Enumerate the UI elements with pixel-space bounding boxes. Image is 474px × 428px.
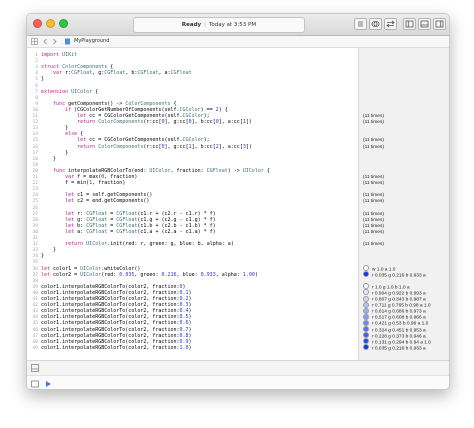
execute-bar bbox=[27, 375, 449, 389]
right-panel-icon bbox=[435, 20, 444, 28]
playground-file-icon bbox=[65, 38, 70, 45]
zoom-window-button[interactable] bbox=[59, 19, 68, 28]
color-swatch-icon bbox=[363, 271, 369, 278]
color-swatch-icon bbox=[363, 313, 369, 320]
result-value[interactable]: r 0.035 g 0.216 b 0.933 a bbox=[363, 271, 426, 279]
lines-icon bbox=[358, 21, 363, 27]
color-swatch-icon bbox=[363, 319, 369, 326]
result-text: (11 times) bbox=[363, 120, 384, 126]
console-icon[interactable] bbox=[31, 380, 39, 388]
color-swatch-icon bbox=[363, 265, 369, 271]
toggle-debug-area-button[interactable] bbox=[418, 18, 431, 30]
toggle-utilities-button[interactable] bbox=[433, 18, 446, 30]
result-text: (11 times) bbox=[363, 144, 384, 150]
color-swatch-icon bbox=[363, 307, 369, 314]
jump-bar: MyPlayground bbox=[27, 36, 449, 48]
close-window-button[interactable] bbox=[33, 19, 42, 28]
result-text: (11 times) bbox=[363, 242, 384, 248]
bottom-bar bbox=[27, 360, 449, 389]
jump-bar-file[interactable]: MyPlayground bbox=[74, 36, 109, 47]
result-value[interactable]: (11 times) bbox=[363, 198, 384, 205]
grid-icon[interactable] bbox=[31, 38, 38, 45]
result-text: r 0.035 g 0.216 b 0.933 a bbox=[372, 346, 426, 352]
result-value[interactable]: r 0.035 g 0.216 b 0.933 a bbox=[363, 344, 426, 352]
bottom-panel-icon bbox=[420, 20, 429, 28]
color-swatch-icon bbox=[363, 332, 369, 339]
hide-debug-area-icon[interactable] bbox=[31, 364, 39, 372]
code-editor[interactable]: 1 import UIKit 2 3 struct ColorComponents {4… bbox=[27, 48, 449, 360]
color-swatch-icon bbox=[363, 326, 369, 332]
result-value[interactable]: (11 times) bbox=[363, 229, 384, 236]
forward-chevron-icon[interactable] bbox=[51, 38, 58, 45]
toggle-navigator-button[interactable] bbox=[403, 18, 416, 30]
venn-icon bbox=[371, 21, 380, 27]
activity-status: Ready | Today at 3:53 PM bbox=[133, 17, 305, 33]
color-swatch-icon bbox=[363, 283, 369, 290]
play-icon[interactable] bbox=[44, 380, 52, 388]
status-text: Ready bbox=[181, 22, 202, 28]
titlebar: Ready | Today at 3:53 PM bbox=[27, 14, 449, 36]
version-editor-button[interactable] bbox=[384, 18, 397, 30]
left-panel-icon bbox=[405, 20, 414, 28]
color-swatch-icon bbox=[363, 289, 369, 296]
result-value[interactable]: (11 times) bbox=[363, 119, 384, 126]
standard-editor-button[interactable] bbox=[354, 18, 367, 30]
result-text: r 0.035 g 0.216 b 0.933 a bbox=[372, 272, 426, 278]
line-number: 49 bbox=[32, 345, 38, 351]
result-text: (11 times) bbox=[363, 229, 384, 235]
code-text[interactable]: color1.interpolateRGBColorTo(color2, fra… bbox=[41, 345, 192, 352]
result-text: (11 times) bbox=[363, 199, 384, 205]
result-value[interactable]: (11 times) bbox=[363, 144, 384, 151]
result-value[interactable]: (11 times) bbox=[363, 241, 384, 248]
minimize-window-button[interactable] bbox=[46, 19, 55, 28]
color-swatch-icon bbox=[363, 301, 369, 308]
playground-window: Ready | Today at 3:53 PM MyPlayground 1 imp… bbox=[26, 13, 450, 390]
assistant-editor-button[interactable] bbox=[369, 18, 382, 30]
back-chevron-icon[interactable] bbox=[42, 38, 49, 45]
color-swatch-icon bbox=[363, 344, 369, 351]
color-swatch-icon bbox=[363, 338, 369, 345]
result-text: (11 times) bbox=[363, 181, 384, 187]
status-time: Today at 3:53 PM bbox=[208, 22, 257, 28]
color-swatch-icon bbox=[363, 295, 369, 302]
result-value[interactable]: (11 times) bbox=[363, 180, 384, 187]
arrows-icon bbox=[386, 20, 395, 28]
